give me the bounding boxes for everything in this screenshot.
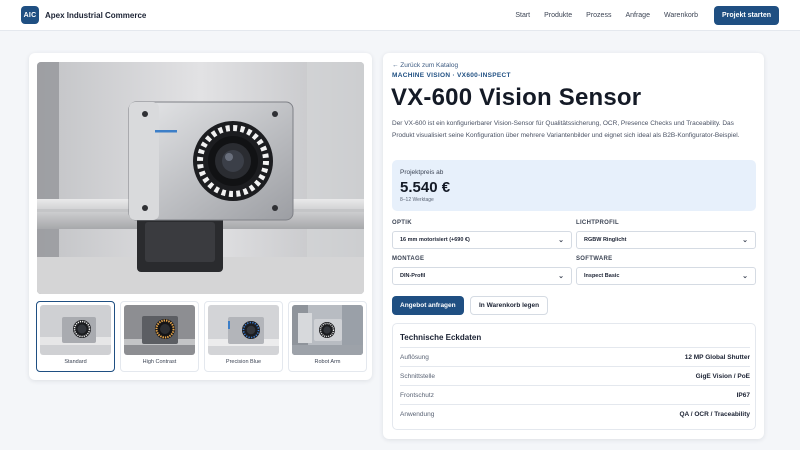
- chevron-down-icon: ⌄: [558, 273, 564, 280]
- montage-select[interactable]: DIN-Profil ⌄: [392, 267, 572, 285]
- nav-link-warenkorb[interactable]: Warenkorb: [664, 12, 698, 19]
- thumbnail-precision-blue[interactable]: Precision Blue: [204, 301, 283, 372]
- nav-link-produkte[interactable]: Produkte: [544, 12, 572, 19]
- spec-value: QA / OCR / Traceability: [679, 410, 750, 418]
- thumbnail-image-standard: [40, 305, 111, 355]
- software-select[interactable]: Inspect Basic ⌄: [576, 267, 756, 285]
- product-gallery: Standard High Contrast Precision Blue Ro…: [29, 53, 372, 380]
- thumbnail-robot-arm[interactable]: Robot Arm: [288, 301, 367, 372]
- thumbnail-strip: Standard High Contrast Precision Blue Ro…: [36, 301, 367, 372]
- optik-select[interactable]: 16 mm motorisiert (+690 €) ⌄: [392, 231, 572, 249]
- spec-value: IP67: [736, 391, 750, 399]
- spec-key: Auflösung: [400, 353, 429, 361]
- software-label: SOFTWARE: [576, 256, 613, 262]
- request-quote-button[interactable]: Angebot anfragen: [392, 296, 464, 315]
- start-project-button[interactable]: Projekt starten: [713, 5, 779, 25]
- thumbnail-standard[interactable]: Standard: [36, 301, 115, 372]
- chevron-down-icon: ⌄: [742, 237, 748, 244]
- optik-label: OPTIK: [392, 220, 412, 226]
- montage-selected-value: DIN-Profil: [400, 273, 426, 279]
- spec-row: Frontschutz IP67: [400, 385, 750, 404]
- add-to-cart-button[interactable]: In Warenkorb legen: [470, 296, 549, 315]
- software-selected-value: Inspect Basic: [584, 273, 620, 279]
- thumbnail-image-precision-blue: [208, 305, 279, 355]
- product-detail-panel: ← Zurück zum Katalog MACHINE VISION · VX…: [383, 53, 764, 439]
- nav-link-start[interactable]: Start: [515, 12, 530, 19]
- product-description: Der VX-600 ist ein konfigurierbarer Visi…: [392, 120, 740, 139]
- main-product-image: [37, 62, 364, 294]
- price-label: Projektpreis ab: [400, 169, 444, 176]
- vision-sensor-illustration: [37, 62, 364, 294]
- montage-label: MONTAGE: [392, 256, 425, 262]
- lichtprofil-select[interactable]: RGBW Ringlicht ⌄: [576, 231, 756, 249]
- brand-name[interactable]: Apex Industrial Commerce: [45, 11, 146, 20]
- back-to-catalog-link[interactable]: ← Zurück zum Katalog: [392, 62, 458, 69]
- thumbnail-image-high-contrast: [124, 305, 195, 355]
- thumbnail-label: Standard: [64, 359, 87, 365]
- spec-row: Schnittstelle GigE Vision / PoE: [400, 366, 750, 385]
- spec-value: GigE Vision / PoE: [695, 372, 750, 380]
- spec-row: Auflösung 12 MP Global Shutter: [400, 347, 750, 366]
- specs-title: Technische Eckdaten: [400, 333, 482, 342]
- spec-key: Schnittstelle: [400, 372, 436, 380]
- product-title: VX-600 Vision Sensor: [391, 84, 642, 111]
- technical-specs-card: Technische Eckdaten Auflösung 12 MP Glob…: [392, 323, 756, 430]
- main-nav: Start Produkte Prozess Anfrage Warenkorb…: [515, 5, 779, 25]
- spec-value: 12 MP Global Shutter: [684, 353, 750, 361]
- spec-key: Frontschutz: [400, 391, 434, 399]
- chevron-down-icon: ⌄: [558, 237, 564, 244]
- thumbnail-label: Robot Arm: [314, 359, 341, 365]
- top-navigation-bar: AIC Apex Industrial Commerce Start Produ…: [0, 0, 800, 31]
- spec-row: Anwendung QA / OCR / Traceability: [400, 404, 750, 423]
- nav-link-prozess[interactable]: Prozess: [586, 12, 611, 19]
- lichtprofil-selected-value: RGBW Ringlicht: [584, 237, 627, 243]
- brand-logo[interactable]: AIC: [21, 6, 39, 24]
- thumbnail-image-robot-arm: [292, 305, 363, 355]
- thumbnail-label: Precision Blue: [225, 359, 262, 365]
- product-category: MACHINE VISION · VX600-INSPECT: [392, 72, 511, 79]
- nav-link-anfrage[interactable]: Anfrage: [625, 12, 650, 19]
- price-box: Projektpreis ab 5.540 € 8–12 Werktage: [392, 160, 756, 211]
- chevron-down-icon: ⌄: [742, 273, 748, 280]
- delivery-time: 8–12 Werktage: [400, 197, 434, 203]
- price-value: 5.540 €: [400, 179, 451, 196]
- lichtprofil-label: LICHTPROFIL: [576, 220, 619, 226]
- thumbnail-high-contrast[interactable]: High Contrast: [120, 301, 199, 372]
- optik-selected-value: 16 mm motorisiert (+690 €): [400, 237, 470, 243]
- thumbnail-label: High Contrast: [142, 359, 177, 365]
- spec-key: Anwendung: [400, 410, 435, 418]
